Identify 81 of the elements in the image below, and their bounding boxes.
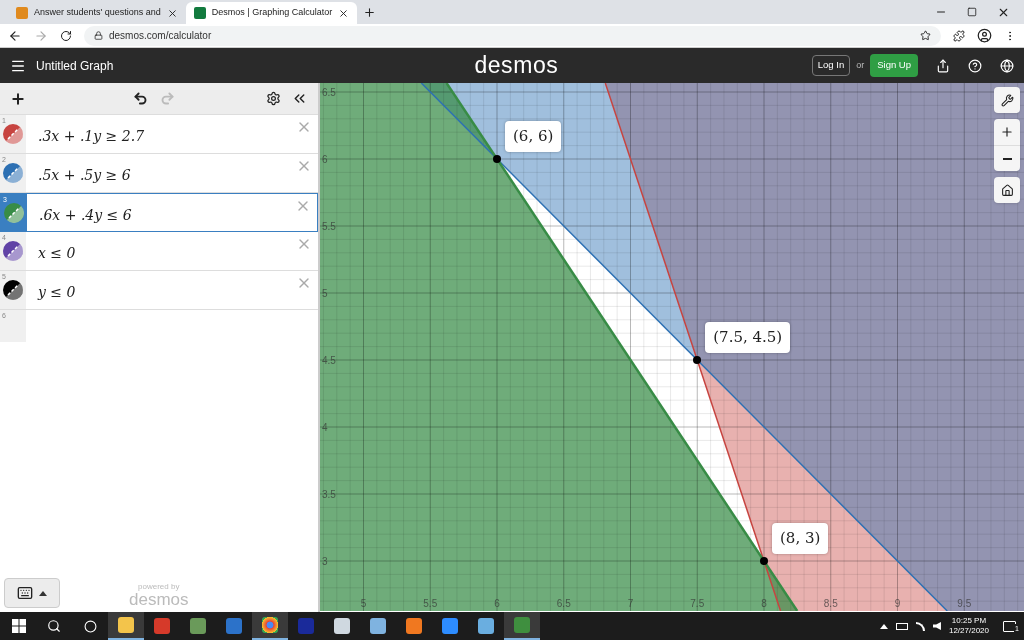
browser-tab[interactable]: Answer students' questions and bbox=[8, 2, 186, 24]
settings-wrench-button[interactable] bbox=[994, 87, 1020, 113]
axis-tick-label: 6.5 bbox=[556, 597, 571, 611]
language-icon[interactable] bbox=[1000, 58, 1014, 73]
browser-tab[interactable]: Desmos | Graphing Calculator bbox=[185, 2, 358, 24]
clock-date[interactable]: 12/27/2020 bbox=[948, 626, 989, 636]
axis-tick-label: 5 bbox=[360, 597, 367, 611]
settings-icon[interactable] bbox=[266, 91, 281, 106]
reload-icon[interactable] bbox=[60, 29, 72, 42]
url-text: desmos.com/calculator bbox=[109, 29, 212, 43]
expression-formula[interactable]: .5x + .5y ≥ 6 bbox=[38, 165, 131, 192]
close-icon[interactable] bbox=[338, 7, 350, 19]
task-view-icon[interactable] bbox=[83, 619, 97, 633]
home-button[interactable] bbox=[994, 177, 1020, 203]
expression-formula[interactable]: .3x + .1y ≥ 2.7 bbox=[38, 126, 145, 153]
powered-by-text: powered by bbox=[138, 583, 180, 591]
point-label: (7.5, 4.5) bbox=[705, 322, 791, 353]
expression-color-icon[interactable] bbox=[3, 241, 23, 261]
expression-formula[interactable]: .6x + .4y ≤ 6 bbox=[39, 205, 132, 231]
back-icon[interactable] bbox=[8, 28, 22, 43]
point-label: (8, 3) bbox=[772, 523, 829, 554]
axis-tick-label: 9 bbox=[894, 597, 901, 611]
axis-tick-label: 6 bbox=[494, 597, 500, 611]
profile-icon[interactable] bbox=[977, 28, 992, 43]
battery-icon[interactable] bbox=[895, 622, 908, 630]
tab-favicon-icon bbox=[16, 7, 28, 19]
minus-icon bbox=[1002, 157, 1012, 160]
axis-tick-label: 3.5 bbox=[322, 487, 336, 502]
or-text: or bbox=[856, 58, 865, 72]
axis-tick-label: 5 bbox=[322, 286, 328, 301]
keyboard-toggle-button[interactable] bbox=[4, 578, 60, 608]
expression-formula[interactable]: x ≤ 0 bbox=[38, 243, 76, 270]
expression-color-icon[interactable] bbox=[3, 280, 23, 300]
windows-start-icon[interactable] bbox=[12, 619, 26, 633]
expression-color-icon[interactable] bbox=[4, 202, 24, 223]
new-tab-icon[interactable] bbox=[363, 6, 377, 19]
share-icon[interactable] bbox=[936, 58, 950, 73]
undo-icon[interactable] bbox=[133, 91, 148, 106]
tab-favicon-icon bbox=[193, 7, 206, 19]
axis-tick-label: 5.5 bbox=[423, 597, 438, 611]
bookmark-star-icon[interactable] bbox=[920, 30, 931, 41]
login-button[interactable]: Log In bbox=[811, 55, 851, 76]
axis-tick-label: 7.5 bbox=[690, 597, 705, 611]
axis-tick-label: 7 bbox=[627, 597, 634, 611]
expression-formula[interactable]: y ≤ 0 bbox=[38, 282, 76, 309]
plus-icon bbox=[1000, 125, 1014, 139]
point-marker[interactable] bbox=[493, 155, 501, 163]
lock-icon bbox=[94, 31, 103, 40]
axis-tick-label: 8 bbox=[761, 597, 767, 611]
clock-time[interactable]: 10:25 PM bbox=[951, 616, 987, 626]
axis-tick-label: 8.5 bbox=[823, 597, 838, 611]
point-marker[interactable] bbox=[760, 557, 768, 565]
tray-caret-icon[interactable] bbox=[879, 623, 888, 629]
wrench-icon bbox=[1000, 93, 1014, 107]
point-label: (6, 6) bbox=[505, 121, 562, 152]
tab-title: Answer students' questions and bbox=[34, 6, 161, 20]
axis-tick-label: 4.5 bbox=[322, 353, 336, 368]
axis-tick-label: 3 bbox=[322, 554, 328, 569]
address-bar[interactable]: desmos.com/calculator bbox=[84, 25, 941, 46]
search-icon[interactable] bbox=[47, 619, 61, 633]
point-marker[interactable] bbox=[693, 356, 702, 364]
footer-logo: desmos bbox=[129, 591, 189, 608]
desmos-logo: desmos bbox=[474, 54, 559, 77]
expression-color-icon[interactable] bbox=[3, 124, 23, 144]
keyboard-icon bbox=[17, 585, 33, 601]
help-icon[interactable] bbox=[968, 58, 982, 73]
graph-title[interactable]: Untitled Graph bbox=[36, 56, 114, 75]
restore-icon[interactable] bbox=[967, 7, 977, 17]
axis-tick-label: 6 bbox=[322, 152, 328, 167]
tab-title: Desmos | Graphing Calculator bbox=[211, 6, 333, 20]
home-icon bbox=[1000, 183, 1014, 197]
axis-tick-label: 6.5 bbox=[322, 85, 336, 100]
axis-tick-label: 5.5 bbox=[322, 219, 336, 234]
axis-tick-label: 9.5 bbox=[957, 597, 972, 611]
close-icon[interactable] bbox=[166, 7, 178, 19]
volume-icon[interactable] bbox=[932, 622, 941, 630]
axis-tick-label: 4 bbox=[322, 420, 328, 435]
extensions-icon[interactable] bbox=[953, 29, 965, 42]
expression-color-icon[interactable] bbox=[3, 163, 23, 183]
add-item-icon[interactable] bbox=[10, 90, 26, 107]
caret-icon bbox=[39, 590, 47, 596]
